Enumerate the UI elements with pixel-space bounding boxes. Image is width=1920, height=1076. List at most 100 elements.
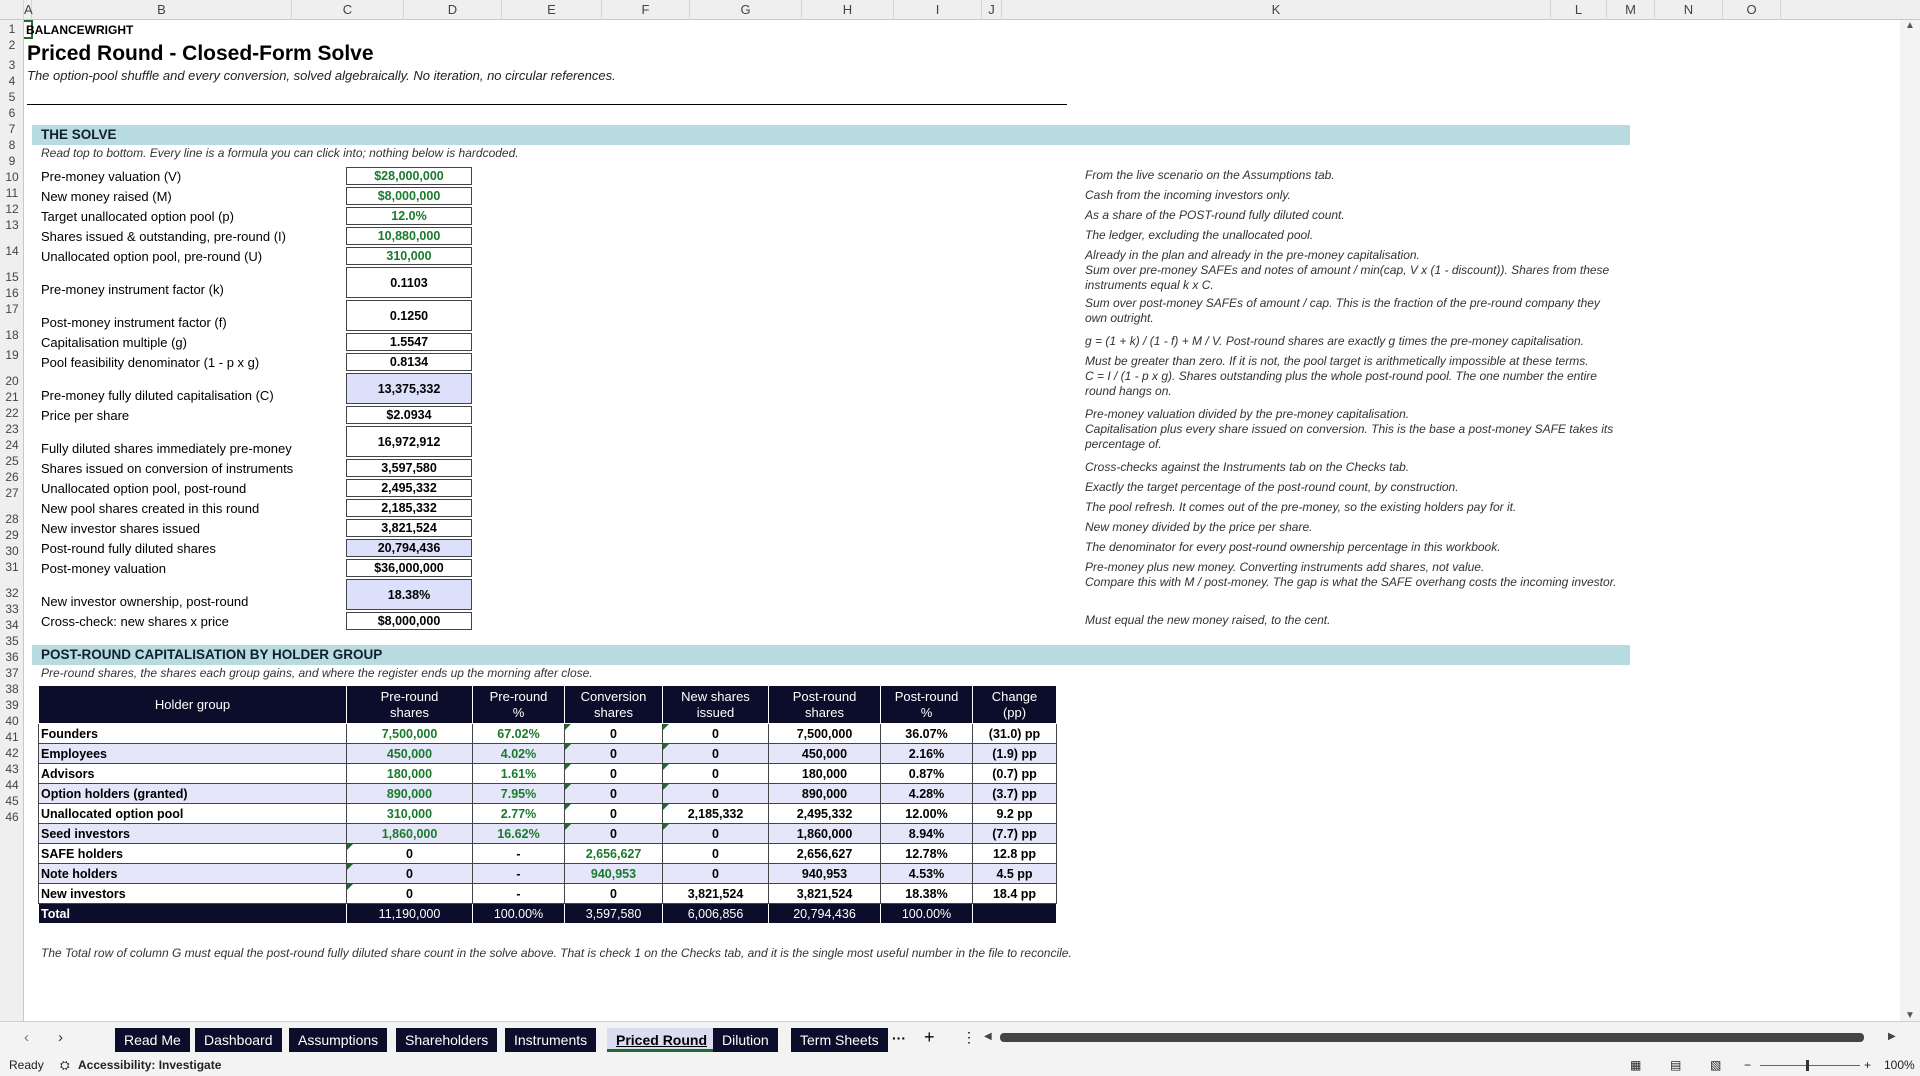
- cap-cell[interactable]: 16.62%: [472, 823, 565, 844]
- cap-cell[interactable]: 12.78%: [880, 843, 973, 864]
- cap-cell[interactable]: 2.77%: [472, 803, 565, 824]
- sheet-tab-assumptions[interactable]: Assumptions: [289, 1028, 388, 1052]
- cap-cell[interactable]: 940,953: [768, 863, 881, 884]
- solve-value[interactable]: 18.38%: [346, 579, 472, 610]
- row-header[interactable]: 1: [0, 22, 23, 36]
- row-header[interactable]: 3: [0, 58, 23, 72]
- cap-cell[interactable]: 0.87%: [880, 763, 973, 784]
- column-header[interactable]: I: [894, 0, 982, 20]
- cap-total-cell[interactable]: 3,597,580: [564, 903, 663, 924]
- row-header[interactable]: 40: [0, 714, 23, 728]
- cap-cell[interactable]: 890,000: [768, 783, 881, 804]
- row-header[interactable]: 34: [0, 618, 23, 632]
- cap-cell[interactable]: 3,821,524: [768, 883, 881, 904]
- cap-cell[interactable]: 0: [564, 783, 663, 804]
- column-header[interactable]: C: [292, 0, 404, 20]
- cap-cell[interactable]: 2,656,627: [564, 843, 663, 864]
- cap-cell[interactable]: 4.5 pp: [972, 863, 1057, 884]
- row-header[interactable]: 29: [0, 528, 23, 542]
- cap-cell[interactable]: 4.28%: [880, 783, 973, 804]
- hscroll-right-icon[interactable]: ▶: [1888, 1031, 1896, 1042]
- row-header[interactable]: 13: [0, 218, 23, 232]
- row-header[interactable]: 18: [0, 328, 23, 342]
- cap-cell[interactable]: New investors: [38, 883, 347, 904]
- cap-total-cell[interactable]: 6,006,856: [662, 903, 769, 924]
- cap-cell[interactable]: 0: [564, 723, 663, 744]
- cap-cell[interactable]: 450,000: [346, 743, 473, 764]
- row-header[interactable]: 26: [0, 470, 23, 484]
- cap-cell[interactable]: (7.7) pp: [972, 823, 1057, 844]
- cap-cell[interactable]: 1,860,000: [346, 823, 473, 844]
- row-header[interactable]: 38: [0, 682, 23, 696]
- column-header[interactable]: G: [690, 0, 802, 20]
- solve-value[interactable]: $8,000,000: [346, 612, 472, 630]
- row-header[interactable]: 33: [0, 602, 23, 616]
- column-header[interactable]: N: [1655, 0, 1723, 20]
- row-header[interactable]: 11: [0, 186, 23, 200]
- row-header[interactable]: 32: [0, 586, 23, 600]
- row-header[interactable]: 23: [0, 422, 23, 436]
- cap-total-cell[interactable]: 20,794,436: [768, 903, 881, 924]
- cap-cell[interactable]: -: [472, 883, 565, 904]
- sheet-options-icon[interactable]: ⋮: [962, 1029, 976, 1046]
- row-header[interactable]: 22: [0, 406, 23, 420]
- zoom-in-icon[interactable]: +: [1864, 1055, 1871, 1076]
- column-header[interactable]: O: [1723, 0, 1781, 20]
- row-header[interactable]: 24: [0, 438, 23, 452]
- cap-cell[interactable]: 0: [662, 863, 769, 884]
- cap-cell[interactable]: 0: [346, 843, 473, 864]
- column-header[interactable]: B: [32, 0, 292, 20]
- cap-cell[interactable]: (1.9) pp: [972, 743, 1057, 764]
- normal-view-icon[interactable]: ▦: [1630, 1055, 1641, 1076]
- cap-cell[interactable]: 7,500,000: [768, 723, 881, 744]
- more-sheets-icon[interactable]: ···: [892, 1030, 906, 1046]
- add-sheet-icon[interactable]: +: [924, 1027, 935, 1048]
- row-header[interactable]: 9: [0, 154, 23, 168]
- horizontal-scrollbar-thumb[interactable]: [1000, 1033, 1864, 1042]
- cap-cell[interactable]: 0: [662, 723, 769, 744]
- solve-value[interactable]: 1.5547: [346, 333, 472, 351]
- cap-cell[interactable]: Note holders: [38, 863, 347, 884]
- solve-value[interactable]: 3,821,524: [346, 519, 472, 537]
- column-header[interactable]: A: [24, 0, 33, 20]
- cap-cell[interactable]: 2,185,332: [662, 803, 769, 824]
- cap-cell[interactable]: 940,953: [564, 863, 663, 884]
- cap-cell[interactable]: 12.00%: [880, 803, 973, 824]
- column-header[interactable]: L: [1551, 0, 1607, 20]
- cap-cell[interactable]: -: [472, 863, 565, 884]
- cap-cell[interactable]: 180,000: [768, 763, 881, 784]
- row-header[interactable]: 19: [0, 348, 23, 362]
- cap-cell[interactable]: 7.95%: [472, 783, 565, 804]
- cap-cell[interactable]: 2,495,332: [768, 803, 881, 824]
- solve-value[interactable]: 0.1250: [346, 300, 472, 331]
- cap-cell[interactable]: 4.53%: [880, 863, 973, 884]
- solve-value[interactable]: 10,880,000: [346, 227, 472, 245]
- row-header[interactable]: 44: [0, 778, 23, 792]
- row-header[interactable]: 16: [0, 286, 23, 300]
- column-header[interactable]: M: [1607, 0, 1655, 20]
- cap-total-cell[interactable]: [972, 903, 1057, 924]
- sheet-tab-instruments[interactable]: Instruments: [505, 1028, 597, 1052]
- select-all-corner[interactable]: [0, 0, 24, 20]
- cap-cell[interactable]: 0: [662, 783, 769, 804]
- cap-cell[interactable]: 1,860,000: [768, 823, 881, 844]
- row-header[interactable]: 5: [0, 90, 23, 104]
- column-header[interactable]: K: [1002, 0, 1551, 20]
- row-header[interactable]: 21: [0, 390, 23, 404]
- sheet-tab-dashboard[interactable]: Dashboard: [195, 1028, 282, 1052]
- cap-cell[interactable]: 8.94%: [880, 823, 973, 844]
- sheet-tab-priced-round[interactable]: Priced Round: [607, 1028, 717, 1052]
- accessibility-status[interactable]: Accessibility: Investigate: [78, 1055, 221, 1076]
- cap-cell[interactable]: SAFE holders: [38, 843, 347, 864]
- cap-cell[interactable]: 180,000: [346, 763, 473, 784]
- row-header[interactable]: 8: [0, 138, 23, 152]
- solve-value[interactable]: 13,375,332: [346, 373, 472, 404]
- row-header[interactable]: 37: [0, 666, 23, 680]
- cap-total-cell[interactable]: 11,190,000: [346, 903, 473, 924]
- solve-value[interactable]: 12.0%: [346, 207, 472, 225]
- cap-total-cell[interactable]: 100.00%: [880, 903, 973, 924]
- column-header[interactable]: J: [982, 0, 1002, 20]
- cap-cell[interactable]: 310,000: [346, 803, 473, 824]
- cap-cell[interactable]: (3.7) pp: [972, 783, 1057, 804]
- row-header[interactable]: 4: [0, 74, 23, 88]
